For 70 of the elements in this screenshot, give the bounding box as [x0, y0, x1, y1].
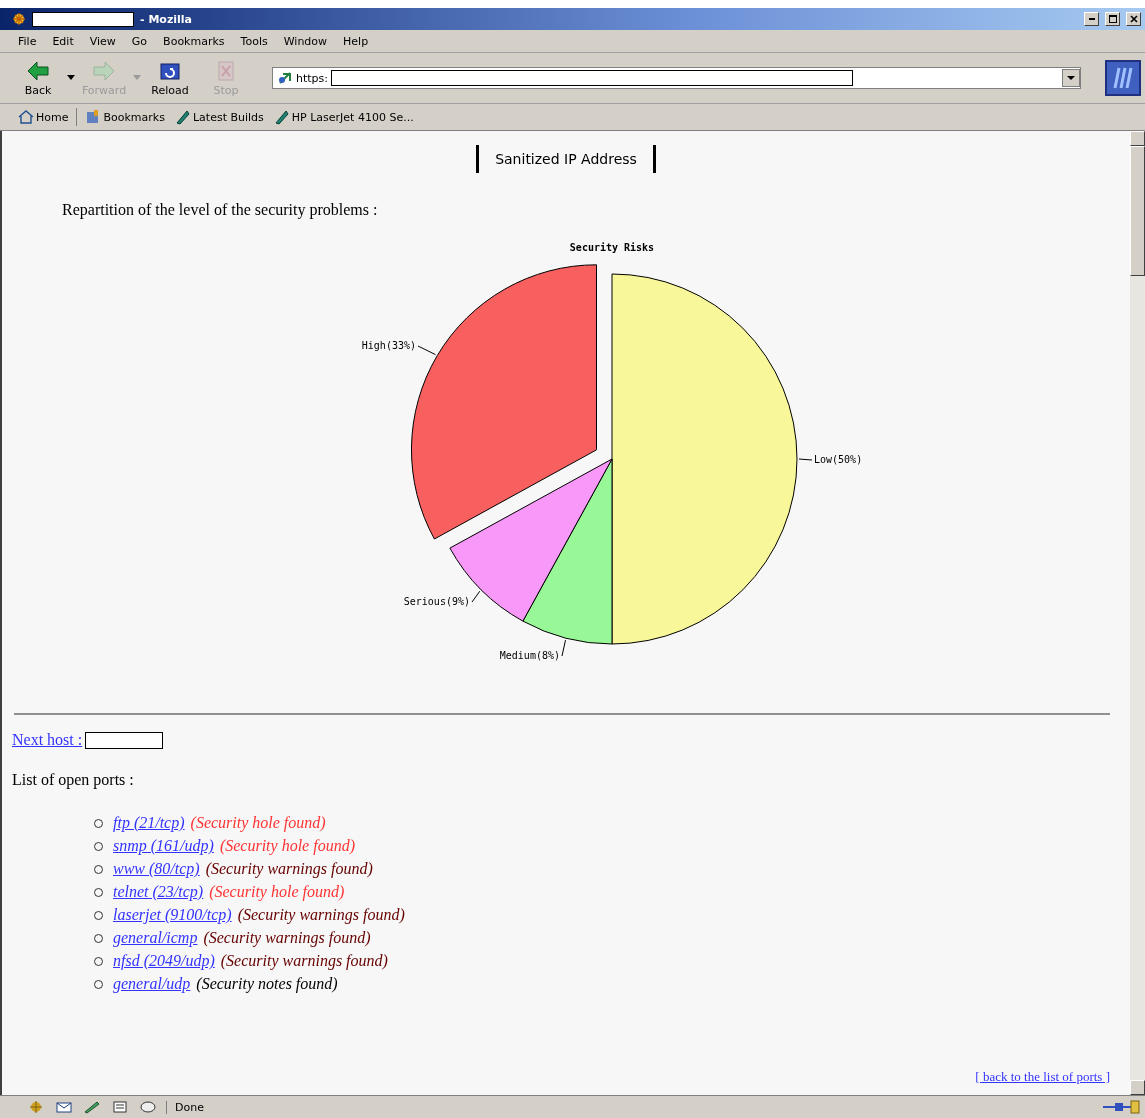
section-heading: List of open ports : [12, 771, 135, 789]
bookmark-item[interactable]: Bookmarks [83, 107, 167, 127]
caret-icon [1067, 75, 1075, 81]
port-status: (Security notes found) [196, 975, 338, 993]
scroll-up-button[interactable] [1130, 131, 1145, 146]
menu-item[interactable]: Help [337, 32, 375, 50]
leader-line [798, 458, 813, 461]
mail-icon[interactable] [54, 1100, 74, 1114]
port-status: (Security warnings found) [205, 860, 373, 878]
intro-text: Repartition of the level of the security problems : [62, 201, 379, 219]
address-text: https: [296, 71, 329, 85]
maximize-button[interactable] [1105, 12, 1120, 26]
port-status: (Security warnings found) [237, 906, 405, 924]
port-link[interactable]: general/icmp [113, 929, 198, 947]
bookmark-item[interactable]: HP LaserJet 4100 Se... [271, 107, 416, 127]
dropdown-button[interactable] [1062, 69, 1080, 87]
port-link[interactable]: snmp (161/udp) [113, 837, 214, 855]
port-link[interactable]: telnet (23/tcp) [113, 883, 204, 901]
bookmark-item[interactable]: Latest Builds [172, 107, 266, 127]
minimize-button[interactable] [1084, 12, 1099, 26]
menu-item[interactable]: Bookmarks [157, 32, 231, 50]
port-status: (Security hole found) [190, 814, 326, 832]
leader-line [561, 639, 566, 657]
menu-item[interactable]: File [12, 32, 43, 50]
port-link[interactable]: www (80/tcp) [113, 860, 200, 878]
app-icon [12, 12, 26, 26]
leader-line [471, 590, 481, 603]
slice-label: Serious(9%) [403, 596, 470, 607]
close-icon [1127, 13, 1140, 25]
menu-item[interactable]: View [83, 32, 122, 50]
back-link[interactable]: [ back to the list of ports ] [975, 1069, 1110, 1085]
bookmark-link-icon [174, 109, 191, 125]
bookmark-item[interactable]: Home [16, 107, 71, 127]
maximize-icon [1106, 13, 1119, 25]
menu-item[interactable]: Window [277, 32, 334, 50]
menu-item[interactable]: Edit [46, 32, 80, 50]
minimize-icon [1088, 18, 1095, 20]
slice-label: High(33%) [361, 340, 416, 351]
page-heading: Sanitized IP Address [476, 145, 656, 173]
forward-arrow-icon [92, 59, 116, 82]
scroll-down-button[interactable] [1130, 1080, 1145, 1095]
dropdown-arrow-icon[interactable] [66, 75, 76, 81]
leader-line [417, 345, 436, 356]
port-status: (Security hole found) [219, 837, 355, 855]
reload-button[interactable]: Reload [146, 59, 194, 97]
window-title: - Mozilla [140, 12, 193, 26]
port-link[interactable]: nfsd (2049/udp) [113, 952, 215, 970]
bookmark-link-icon [273, 109, 290, 125]
menu-item[interactable]: Tools [234, 32, 274, 50]
back-button[interactable]: Back [14, 59, 62, 97]
menu-item[interactable]: Go [125, 32, 154, 50]
chart-title: Security Risks [569, 242, 655, 253]
port-status: (Security warnings found) [220, 952, 388, 970]
status-text: Done [166, 1100, 1093, 1114]
home-icon [18, 109, 34, 125]
close-button[interactable] [1126, 12, 1141, 26]
site-icon [277, 70, 293, 86]
vertical-scrollbar[interactable] [1130, 131, 1145, 1095]
port-status: (Security warnings found) [203, 929, 371, 947]
slice-label: Medium(8%) [499, 650, 560, 661]
address-field[interactable]: https: [272, 67, 1081, 89]
throbber-logo-icon[interactable] [1105, 60, 1141, 96]
port-link[interactable]: ftp (21/tcp) [113, 814, 185, 832]
slice-label: Low(50%) [814, 454, 863, 465]
port-link[interactable]: laserjet (9100/tcp) [113, 906, 232, 924]
port-link[interactable]: general/udp [113, 975, 191, 993]
back-arrow-icon [26, 59, 50, 82]
next-host-link[interactable]: Next host : [12, 731, 83, 749]
scroll-thumb[interactable] [1130, 146, 1145, 276]
port-status: (Security hole found) [209, 883, 345, 901]
